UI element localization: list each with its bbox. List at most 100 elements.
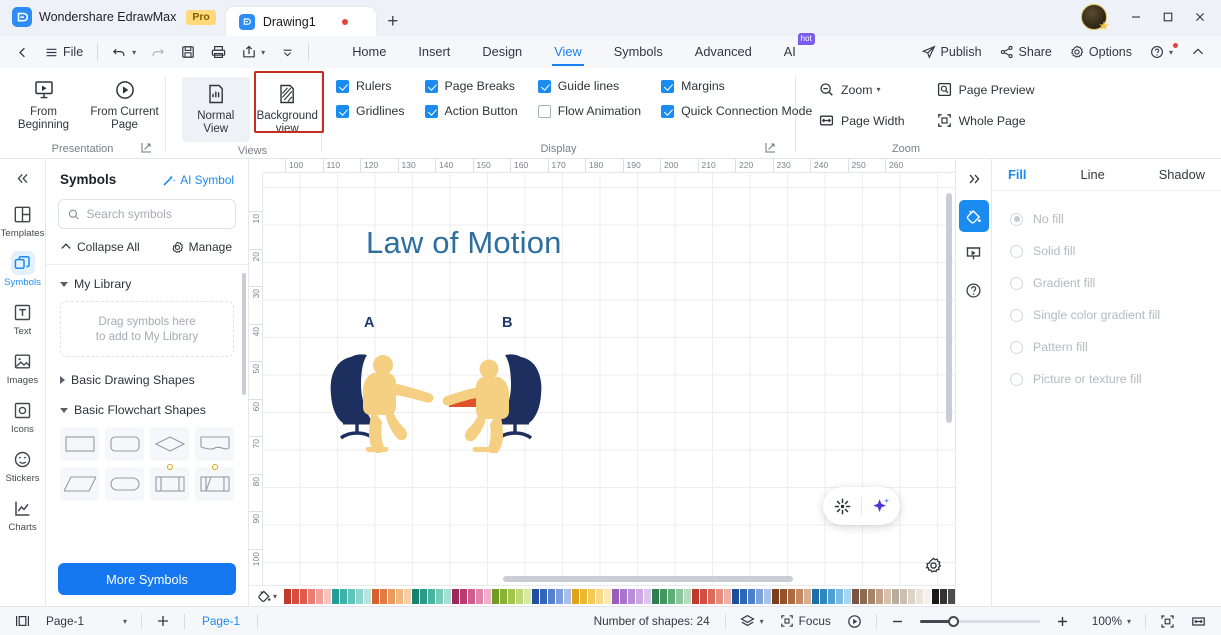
color-swatch[interactable] — [820, 588, 828, 604]
publish-button[interactable]: Publish — [914, 42, 990, 62]
shape-parallelogram[interactable] — [60, 467, 99, 501]
tab-home[interactable]: Home — [337, 40, 401, 64]
color-swatch[interactable] — [316, 588, 324, 604]
tab-insert[interactable]: Insert — [403, 40, 465, 64]
color-swatch[interactable] — [396, 588, 404, 604]
sidebar-item-icons[interactable]: Icons — [2, 391, 44, 440]
page-navigator-icon-button[interactable] — [8, 611, 37, 631]
color-swatch[interactable] — [300, 588, 308, 604]
collapse-ribbon-button[interactable] — [1183, 42, 1213, 62]
print-button[interactable] — [203, 42, 234, 62]
more-quick-access-button[interactable] — [273, 43, 302, 62]
color-swatch[interactable] — [916, 588, 924, 604]
zoom-out-button[interactable] — [884, 612, 911, 631]
color-swatch[interactable] — [428, 588, 436, 604]
color-swatch[interactable] — [772, 588, 780, 604]
shape-rectangle[interactable] — [60, 427, 99, 461]
document-tab[interactable]: Drawing1 — [225, 7, 376, 36]
color-swatch[interactable] — [516, 588, 524, 604]
tab-fill[interactable]: Fill — [1004, 167, 1030, 188]
shape-terminator[interactable] — [105, 467, 144, 501]
normal-view-button[interactable]: Normal View — [182, 77, 250, 142]
color-swatch[interactable] — [588, 588, 596, 604]
checkbox-quick-connection-mode[interactable]: Quick Connection Mode — [661, 104, 812, 118]
sidebar-item-charts[interactable]: Charts — [2, 489, 44, 538]
color-swatch[interactable] — [492, 588, 500, 604]
export-share-button[interactable]: ▾ — [234, 42, 273, 62]
color-swatch[interactable] — [468, 588, 476, 604]
color-swatch[interactable] — [284, 588, 292, 604]
right-rail-help-tab[interactable] — [959, 274, 989, 306]
file-menu-button[interactable]: File — [37, 42, 91, 62]
my-library-header[interactable]: My Library — [60, 277, 234, 291]
color-swatch[interactable] — [364, 588, 372, 604]
tab-line[interactable]: Line — [1077, 167, 1109, 188]
user-avatar[interactable] — [1081, 4, 1107, 30]
canvas-horizontal-scrollbar[interactable] — [503, 576, 793, 582]
fill-option-pattern-fill[interactable]: Pattern fill — [1010, 331, 1221, 363]
shape-rounded-rectangle[interactable] — [105, 427, 144, 461]
right-rail-fill-tab[interactable] — [958, 200, 989, 232]
horizontal-ruler[interactable]: 100 110 120 130 140 150 160 170 180 190 200 210 220 2… — [263, 159, 955, 173]
color-swatch[interactable] — [852, 588, 860, 604]
color-swatch[interactable] — [740, 588, 748, 604]
color-swatch[interactable] — [836, 588, 844, 604]
redo-button[interactable] — [144, 43, 173, 62]
zoom-slider-track[interactable] — [919, 615, 1040, 627]
fill-option-solid-fill[interactable]: Solid fill — [1010, 235, 1221, 267]
canvas-title-text[interactable]: Law of Motion — [366, 225, 562, 261]
shape-internal-storage[interactable] — [195, 464, 234, 501]
tab-view[interactable]: View — [539, 40, 597, 66]
zoom-level-dropdown[interactable]: 100% ▾ — [1085, 611, 1138, 631]
canvas-label-a[interactable]: A — [364, 315, 374, 331]
manage-button[interactable]: Manage — [171, 240, 232, 254]
symbols-search-box[interactable] — [58, 199, 236, 229]
color-swatch[interactable] — [748, 588, 756, 604]
right-rail-presentation-tab[interactable] — [959, 237, 989, 269]
color-swatch[interactable] — [356, 588, 364, 604]
color-swatch[interactable] — [844, 588, 852, 604]
close-button[interactable] — [1185, 4, 1215, 30]
layers-button[interactable]: ▾ — [733, 611, 771, 632]
zoom-in-button[interactable] — [1049, 612, 1076, 631]
fill-option-picture-or-texture-fill[interactable]: Picture or texture fill — [1010, 363, 1221, 395]
color-swatch[interactable] — [452, 588, 460, 604]
shape-predefined-process[interactable] — [150, 464, 189, 501]
color-swatch[interactable] — [620, 588, 628, 604]
search-input[interactable] — [86, 207, 226, 221]
color-swatch[interactable] — [796, 588, 804, 604]
expand-right-panel-button[interactable] — [959, 163, 989, 195]
tab-advanced[interactable]: Advanced — [680, 40, 767, 64]
color-swatch[interactable] — [484, 588, 492, 604]
color-swatch[interactable] — [460, 588, 468, 604]
start-presentation-button[interactable] — [840, 611, 869, 632]
color-swatch[interactable] — [476, 588, 484, 604]
color-swatch[interactable] — [292, 588, 300, 604]
fill-option-gradient-fill[interactable]: Gradient fill — [1010, 267, 1221, 299]
color-swatch[interactable] — [892, 588, 900, 604]
checkbox-action-button[interactable]: Action Button — [424, 104, 518, 118]
checkbox-page-breaks[interactable]: Page Breaks — [424, 79, 518, 93]
color-swatch[interactable] — [412, 588, 420, 604]
color-swatch[interactable] — [812, 588, 820, 604]
page-width-button[interactable]: Page Width — [814, 111, 910, 130]
fill-option-no-fill[interactable]: No fill — [1010, 203, 1221, 235]
color-swatch[interactable] — [700, 588, 708, 604]
shape-document[interactable] — [195, 427, 234, 461]
checkbox-gridlines[interactable]: Gridlines — [336, 104, 405, 118]
checkbox-flow-animation[interactable]: Flow Animation — [537, 104, 641, 118]
color-swatch[interactable] — [340, 588, 348, 604]
color-swatch[interactable] — [652, 588, 660, 604]
color-swatch[interactable] — [580, 588, 588, 604]
tab-ai[interactable]: AI hot — [769, 33, 815, 64]
whole-page-button[interactable]: Whole Page — [932, 111, 1040, 130]
background-view-button[interactable]: Background view — [254, 77, 322, 142]
color-swatch[interactable] — [604, 588, 612, 604]
presentation-dialog-launcher[interactable] — [141, 142, 155, 156]
options-button[interactable]: Options — [1062, 42, 1140, 62]
color-swatch[interactable] — [612, 588, 620, 604]
collapse-panel-button[interactable] — [6, 165, 40, 191]
color-swatch[interactable] — [628, 588, 636, 604]
color-swatch[interactable] — [332, 588, 340, 604]
color-swatch[interactable] — [860, 588, 868, 604]
